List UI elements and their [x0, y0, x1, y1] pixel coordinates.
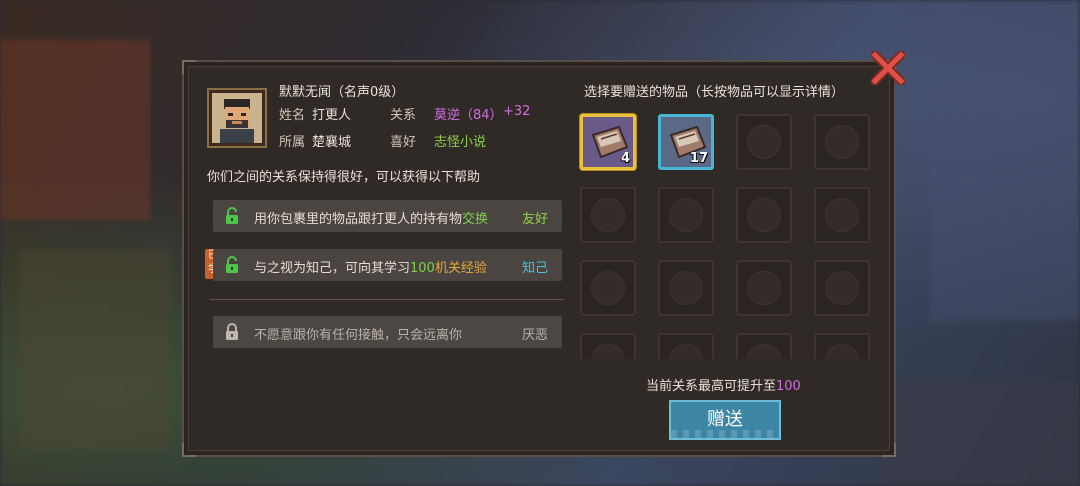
section-divider: [210, 299, 564, 300]
gift-button-label: 赠送: [707, 409, 743, 430]
preference-value: 志怪小说: [434, 135, 487, 150]
item-count: 4: [620, 151, 630, 166]
panel-corner: [882, 443, 896, 457]
help-option-avoid[interactable]: 不愿意跟你有任何接触，只会远离你 厌恶: [213, 316, 562, 348]
scene-building: [930, 0, 1080, 320]
gift-button[interactable]: 赠送: [669, 400, 781, 440]
relation-delta: +32: [503, 104, 531, 119]
help-option-exchange[interactable]: 用你包裹里的物品跟打更人的持有物交换 友好: [213, 200, 562, 232]
relation-label: 关系: [390, 108, 417, 123]
locked-lock-icon: [226, 323, 238, 340]
inventory-slot-empty[interactable]: [736, 114, 792, 170]
help-option-text: 用你包裹里的物品跟打更人的持有物交换: [254, 212, 489, 227]
help-option-text: 与之视为知己，可向其学习100机关经验: [254, 261, 487, 276]
relation-tag-friendly: 友好: [521, 212, 548, 227]
inventory-slot-empty[interactable]: [736, 260, 792, 316]
panel-corner: [182, 60, 196, 74]
scene-building: [20, 250, 170, 450]
max-relation-text: 当前关系最高可提升至100: [646, 379, 801, 394]
inventory-slot-empty[interactable]: [814, 114, 870, 170]
name-label: 姓名: [279, 108, 306, 123]
inventory-slot[interactable]: 17: [658, 114, 714, 170]
inventory-slot-empty[interactable]: [658, 260, 714, 316]
inventory-slot-empty[interactable]: [814, 260, 870, 316]
watchman-portrait-icon: [220, 99, 254, 143]
panel-corner: [182, 443, 196, 457]
inventory-slot-empty[interactable]: [580, 260, 636, 316]
unlocked-lock-icon: [226, 207, 238, 224]
inventory-slot-empty[interactable]: [658, 333, 714, 359]
inventory-slot-empty[interactable]: [580, 187, 636, 243]
inventory-slot-empty[interactable]: [814, 187, 870, 243]
inventory-grid-scroll-area[interactable]: [578, 333, 874, 359]
help-option-learn[interactable]: 与之视为知己，可向其学习100机关经验 知己: [213, 249, 562, 281]
close-icon: [871, 51, 905, 85]
preference-label: 喜好: [390, 135, 417, 150]
name-value: 打更人: [312, 108, 352, 123]
button-wave-decoration: [671, 430, 779, 438]
inventory-slot[interactable]: 4: [580, 114, 636, 170]
item-count: 17: [689, 151, 708, 166]
affiliation-value: 楚襄城: [312, 135, 352, 150]
inventory-slot-empty[interactable]: [658, 187, 714, 243]
scene-building: [880, 380, 1080, 486]
inventory-slot-empty[interactable]: [580, 333, 636, 359]
inventory-slot-empty[interactable]: [814, 333, 870, 359]
help-option-text: 不愿意跟你有任何接触，只会远离你: [254, 328, 463, 343]
scene-building: [0, 40, 150, 220]
unlocked-lock-icon: [226, 256, 238, 273]
inventory-slot-empty[interactable]: [736, 187, 792, 243]
close-button[interactable]: [870, 50, 906, 86]
npc-avatar: [209, 90, 265, 146]
help-intro-text: 你们之间的关系保持得很好，可以获得以下帮助: [207, 170, 481, 185]
relation-tag-dislike: 厌恶: [521, 328, 548, 343]
relation-tag-confidant: 知己: [521, 261, 548, 276]
gift-header: 选择要赠送的物品（长按物品可以显示详情）: [584, 85, 845, 100]
affiliation-label: 所属: [279, 135, 306, 150]
relation-value: 莫逆（84）: [434, 108, 503, 123]
inventory-slot-empty[interactable]: [736, 333, 792, 359]
npc-fame-title: 默默无闻（名声0级）: [279, 85, 405, 100]
